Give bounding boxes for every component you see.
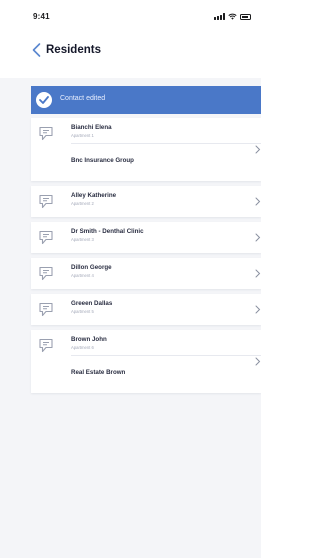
page-title: Residents [46, 44, 101, 56]
contact-card-icon [39, 230, 53, 245]
status-bar: 9:41 [0, 0, 261, 26]
resident-name: Bianchi Elena [71, 124, 112, 131]
chevron-right-icon [255, 305, 261, 314]
resident-item[interactable]: Greeen Dallas Apartment 5 [31, 294, 261, 325]
resident-apartment: Apartment 5 [71, 309, 94, 314]
resident-name: Alley Katherine [71, 192, 117, 199]
back-button[interactable] [30, 41, 44, 59]
chevron-right-icon [255, 269, 261, 278]
check-circle-icon [36, 92, 52, 108]
resident-apartment: Apartment 1 [71, 133, 94, 138]
resident-company: Bnc Insurance Group [71, 157, 134, 164]
resident-name: Dr Smith - Denthal Clinic [71, 228, 144, 235]
residents-screen: 9:41 Residents Contact edited Bianchi El… [0, 0, 261, 558]
divider [71, 355, 261, 356]
chevron-right-icon [255, 145, 261, 154]
resident-item[interactable]: Alley Katherine Apartment 2 [31, 186, 261, 217]
resident-item[interactable]: Dillon George Apartment 4 [31, 258, 261, 289]
contact-card-icon [39, 302, 53, 317]
header: 9:41 Residents [0, 0, 261, 78]
wifi-icon [228, 13, 237, 20]
chevron-left-icon [32, 43, 41, 57]
battery-icon [240, 14, 251, 20]
divider [71, 143, 261, 144]
resident-apartment: Apartment 3 [71, 237, 94, 242]
resident-name: Dillon George [71, 264, 112, 271]
contact-card-icon [39, 126, 53, 141]
residents-list: Bianchi Elena Apartment 1 Bnc Insurance … [31, 118, 261, 398]
resident-name: Greeen Dallas [71, 300, 113, 307]
nav-bar: Residents [0, 38, 261, 62]
contact-card-icon [39, 338, 53, 353]
resident-item[interactable]: Brown John Apartment 6 Real Estate Brown [31, 330, 261, 393]
resident-apartment: Apartment 6 [71, 345, 94, 350]
success-banner: Contact edited [31, 86, 261, 114]
banner-message: Contact edited [60, 95, 106, 102]
signal-icon [214, 13, 225, 20]
resident-apartment: Apartment 2 [71, 201, 94, 206]
chevron-right-icon [255, 233, 261, 242]
resident-name: Brown John [71, 336, 107, 343]
contact-card-icon [39, 266, 53, 281]
resident-company: Real Estate Brown [71, 369, 126, 376]
chevron-right-icon [255, 357, 261, 366]
status-time: 9:41 [33, 12, 50, 21]
resident-item[interactable]: Dr Smith - Denthal Clinic Apartment 3 [31, 222, 261, 253]
chevron-right-icon [255, 197, 261, 206]
resident-apartment: Apartment 4 [71, 273, 94, 278]
status-icons [214, 12, 251, 20]
resident-item[interactable]: Bianchi Elena Apartment 1 Bnc Insurance … [31, 118, 261, 181]
contact-card-icon [39, 194, 53, 209]
